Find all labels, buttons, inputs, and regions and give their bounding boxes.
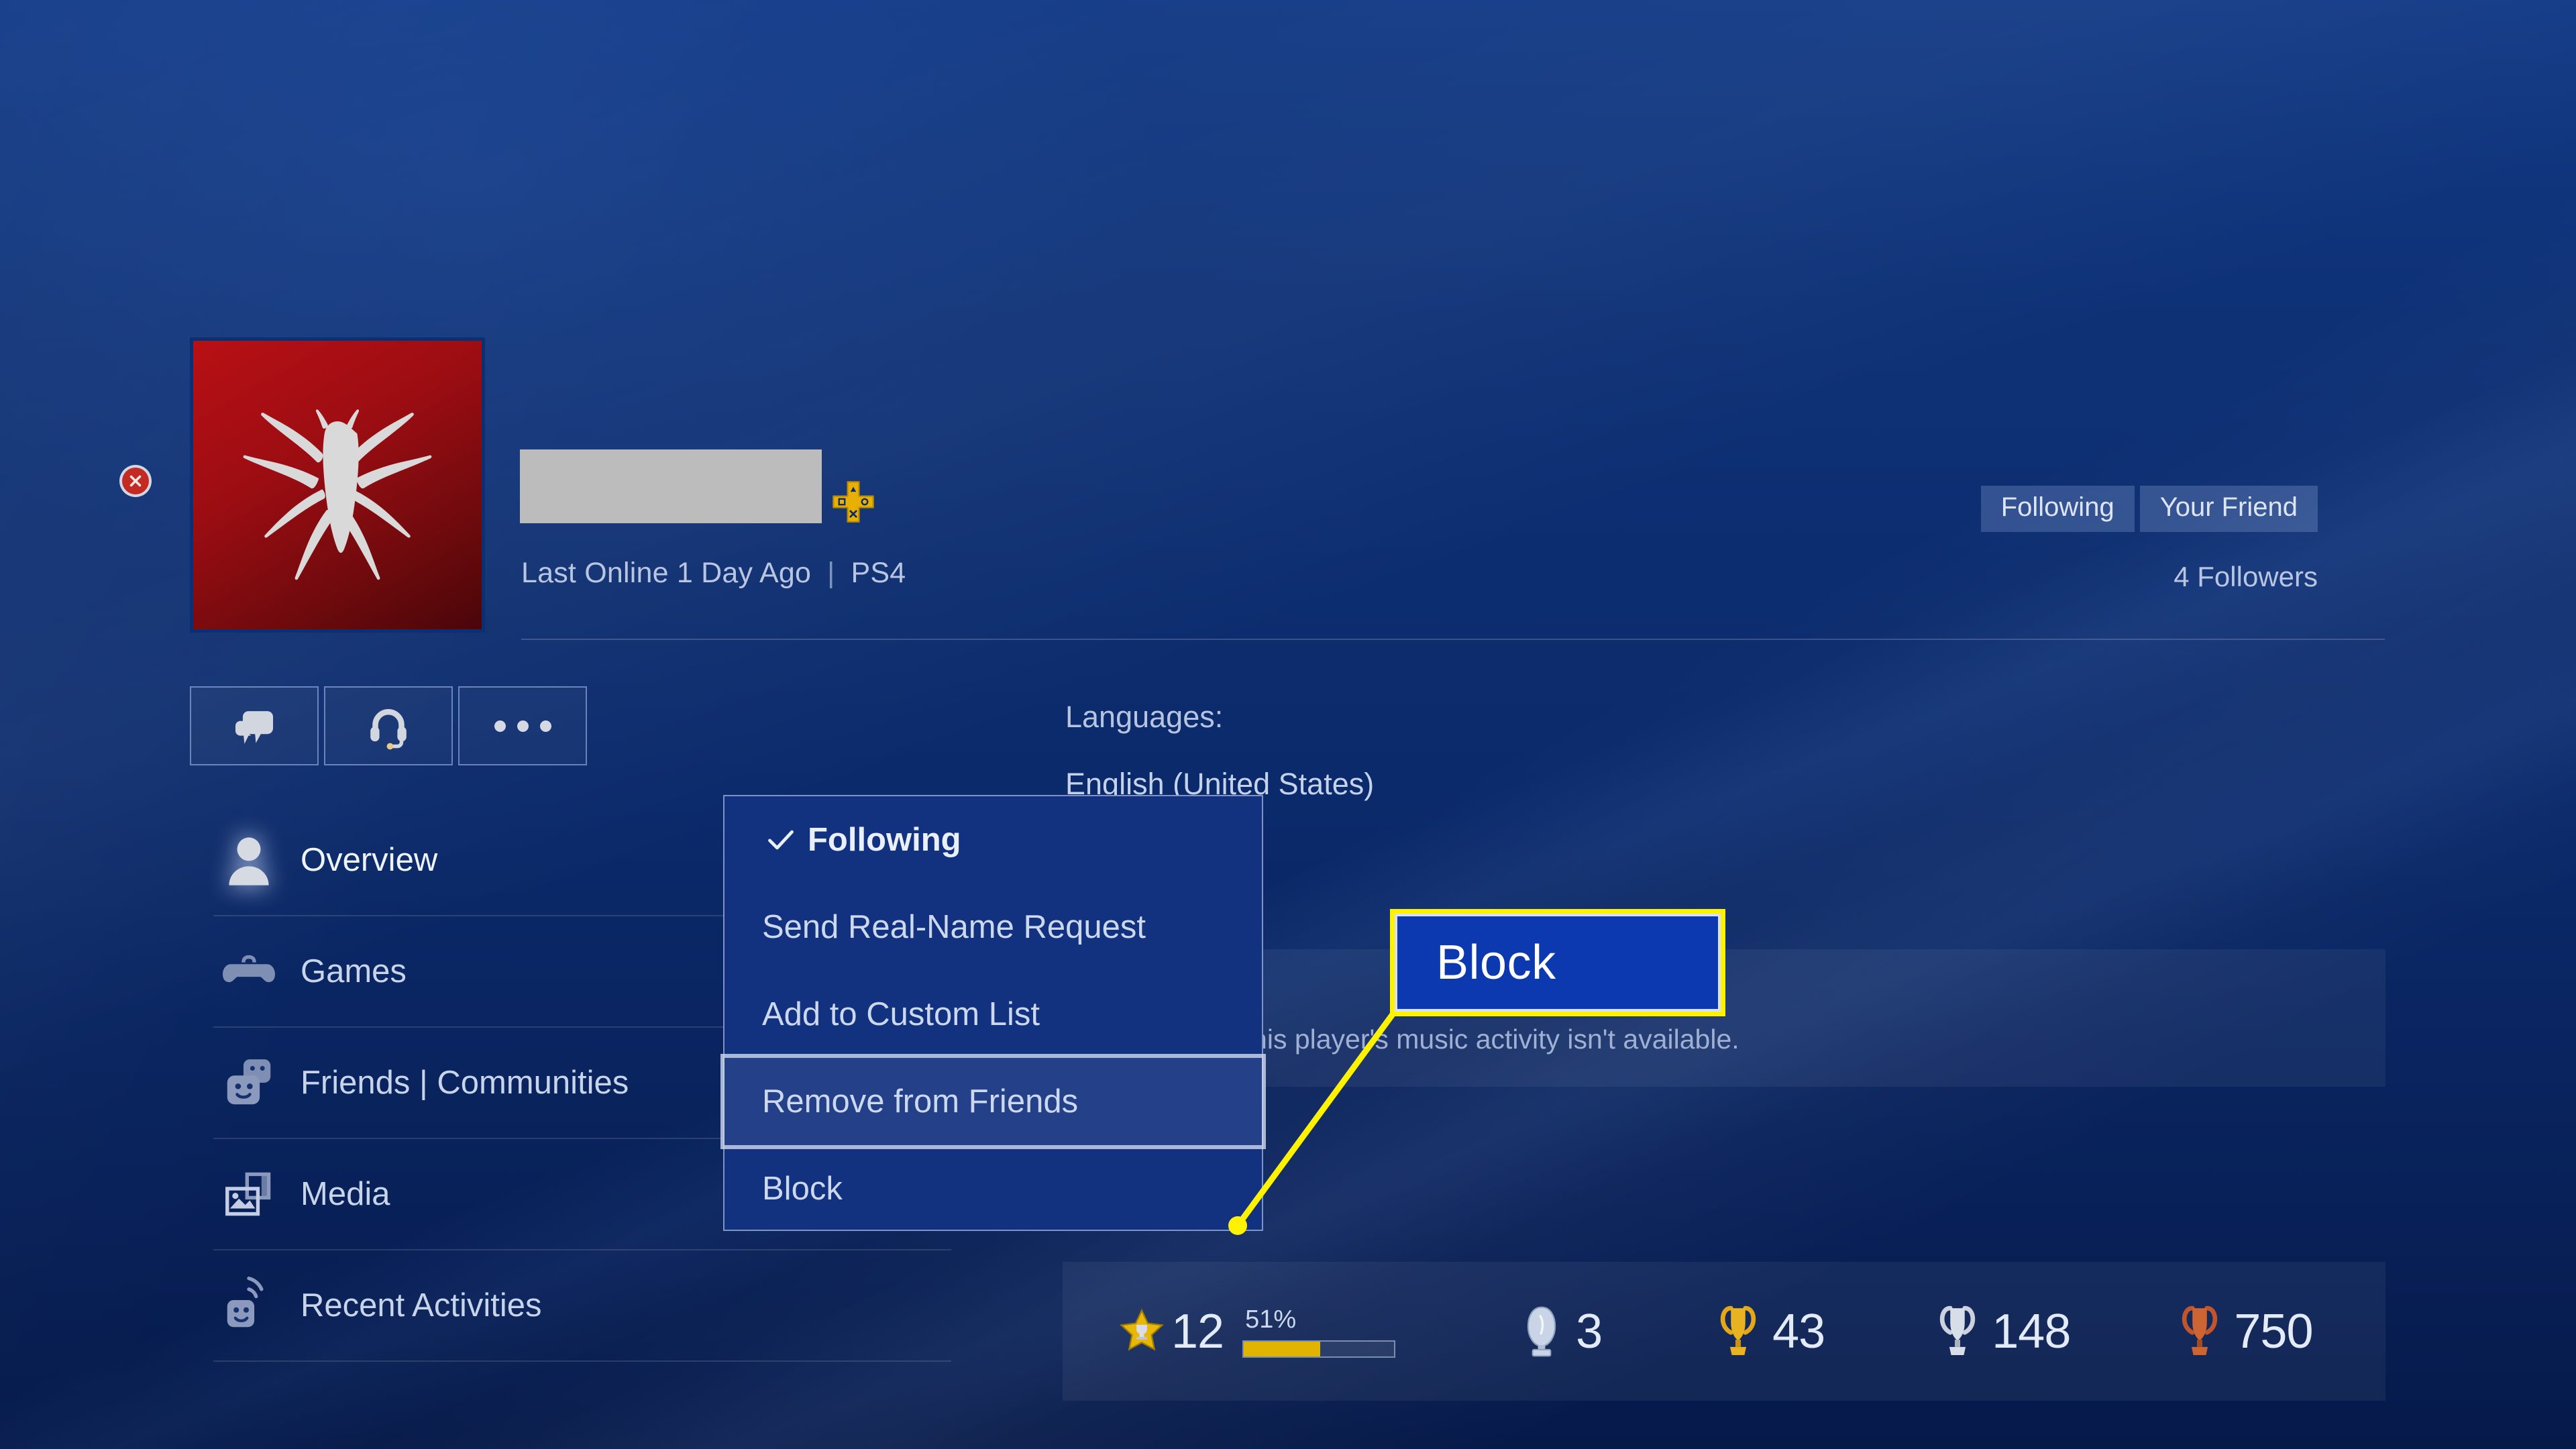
- following-button[interactable]: Following: [1980, 486, 2135, 532]
- platinum-trophy-icon: [1527, 1306, 1556, 1356]
- header-divider: [521, 639, 2385, 640]
- menu-label-send-real-name-request: Send Real-Name Request: [762, 909, 1146, 945]
- sidebar-label-games: Games: [301, 953, 407, 989]
- sidebar-label-media: Media: [301, 1176, 390, 1212]
- trophy-summary-panel[interactable]: 12 51% 3 43 148 750: [1063, 1262, 2385, 1401]
- callout-block: Block: [1390, 909, 1725, 1016]
- menu-item-remove-from-friends[interactable]: Remove from Friends: [724, 1058, 1262, 1145]
- trophy-bronze-value: 750: [2234, 1304, 2313, 1358]
- menu-label-following: Following: [808, 822, 961, 858]
- trophy-platinum: 3: [1513, 1303, 1603, 1360]
- party-chat-button[interactable]: [324, 686, 453, 765]
- player-name-redacted: [520, 449, 822, 523]
- menu-item-add-to-custom-list[interactable]: Add to Custom List: [724, 971, 1262, 1058]
- trophy-level: 12: [1118, 1304, 1224, 1359]
- trophy-star-icon: [1120, 1308, 1164, 1351]
- trophy-level-value: 12: [1171, 1304, 1224, 1358]
- menu-item-following[interactable]: Following: [724, 796, 1262, 883]
- menu-item-send-real-name-request[interactable]: Send Real-Name Request: [724, 883, 1262, 971]
- profile-meta: Last Online 1 Day Ago | PS4: [521, 557, 906, 590]
- last-online-text: Last Online 1 Day Ago: [521, 557, 812, 589]
- gold-trophy-icon: [1720, 1305, 1756, 1355]
- context-menu: Following Send Real-Name Request Add to …: [723, 795, 1263, 1231]
- trophy-gold: 43: [1709, 1303, 1825, 1360]
- menu-label-remove-from-friends: Remove from Friends: [762, 1083, 1079, 1120]
- media-icon: [220, 1165, 301, 1223]
- menu-label-block: Block: [762, 1171, 843, 1207]
- silver-trophy-icon: [1940, 1305, 1976, 1355]
- action-button-row: [190, 686, 587, 765]
- person-icon: [220, 831, 301, 889]
- followers-count: 4 Followers: [2174, 561, 2318, 592]
- trophy-platinum-value: 3: [1576, 1304, 1603, 1358]
- languages-block: Languages: English (United States): [1065, 702, 1374, 799]
- headset-icon: [370, 709, 407, 750]
- menu-item-block[interactable]: Block: [724, 1145, 1262, 1232]
- bronze-trophy-icon: [2182, 1305, 2218, 1355]
- more-options-button[interactable]: [458, 686, 587, 765]
- sidebar-item-recent-activities[interactable]: Recent Activities: [213, 1250, 951, 1362]
- music-activity-text: This player's music activity isn't avail…: [1235, 1024, 1739, 1055]
- trophy-progress-percent: 51%: [1245, 1305, 1297, 1334]
- platform-text: PS4: [851, 557, 906, 589]
- trophy-silver: 148: [1929, 1303, 2071, 1360]
- trophy-bronze: 750: [2171, 1303, 2314, 1360]
- callout-label: Block: [1436, 936, 1556, 989]
- controller-icon: [220, 943, 301, 1000]
- trophy-progress-bar: [1242, 1340, 1396, 1358]
- trophy-progress-fill: [1244, 1341, 1321, 1356]
- trophy-gold-value: 43: [1772, 1304, 1825, 1358]
- ellipsis-icon: [494, 720, 551, 732]
- meta-separator: |: [827, 557, 835, 589]
- your-friend-button[interactable]: Your Friend: [2139, 486, 2318, 532]
- message-bubbles-icon: [235, 711, 274, 744]
- avatar[interactable]: [190, 337, 485, 633]
- spiderman-logo-icon: [243, 409, 432, 580]
- header-buttons: Following Your Friend: [1980, 486, 2318, 532]
- trophy-progress: 51%: [1242, 1305, 1396, 1358]
- sidebar-label-overview: Overview: [301, 842, 438, 878]
- close-circle-icon[interactable]: [122, 468, 149, 494]
- ps-plus-icon: [833, 481, 874, 523]
- trophy-silver-value: 148: [1992, 1304, 2071, 1358]
- message-button[interactable]: [190, 686, 319, 765]
- menu-label-add-to-custom-list: Add to Custom List: [762, 996, 1040, 1032]
- activity-icon: [220, 1277, 301, 1334]
- sidebar-label-recent-activities: Recent Activities: [301, 1287, 542, 1324]
- sidebar-label-friends-communities: Friends | Communities: [301, 1065, 629, 1101]
- checkmark-icon: [762, 825, 800, 855]
- friends-icon: [220, 1054, 301, 1112]
- languages-label: Languages:: [1065, 700, 1224, 734]
